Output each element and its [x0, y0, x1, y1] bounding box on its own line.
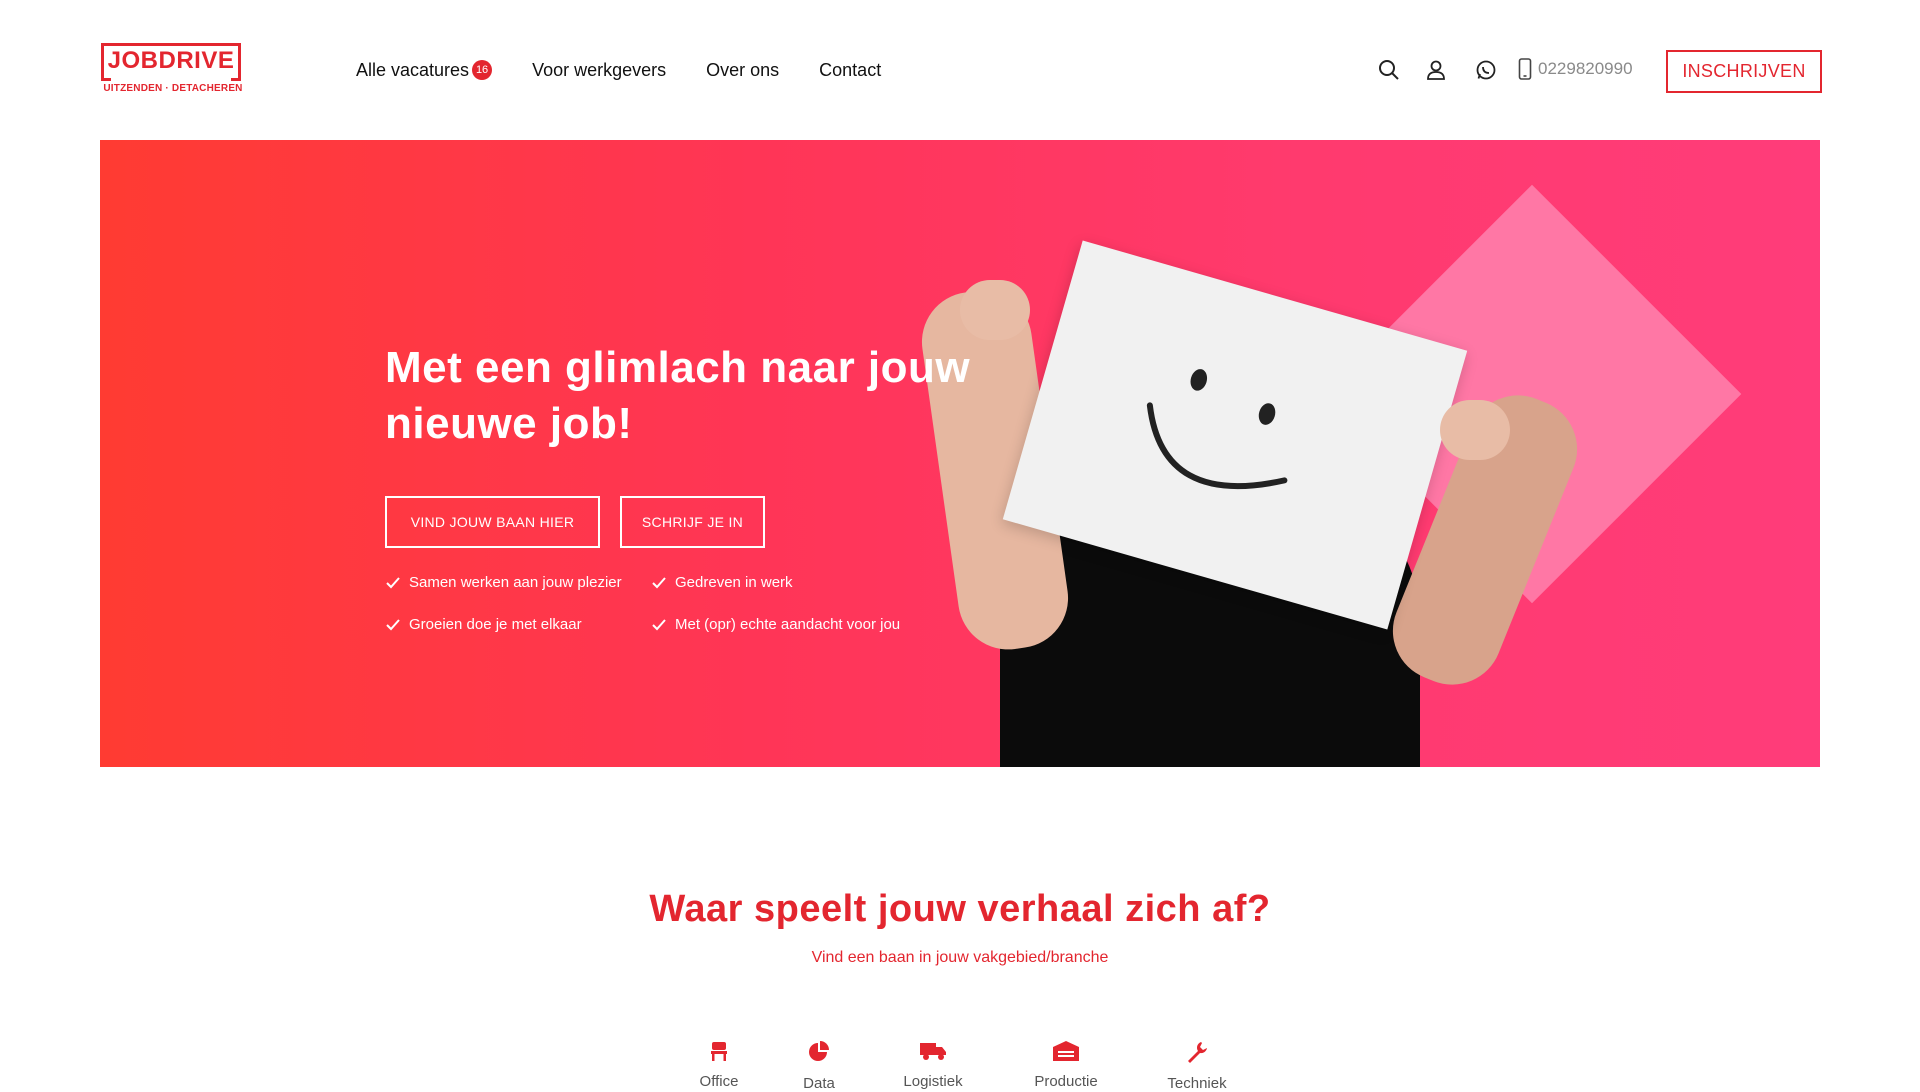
nav-item-label: Over ons — [706, 59, 780, 80]
usp-item: Gedreven in werk — [651, 574, 793, 591]
nav-item-contact[interactable]: Contact — [819, 60, 881, 81]
checkmark-icon — [386, 618, 400, 630]
usp-item: Met (opr) echte aandacht voor jou — [651, 616, 900, 633]
nav-item-label: Voor werkgevers — [532, 59, 667, 80]
phone-number: 0229820990 — [1538, 59, 1633, 78]
site-header: JOBDRIVE UITZENDEN · DETACHEREN Alle vac… — [0, 0, 1920, 140]
section-subtitle: Vind een baan in jouw vakgebied/branche — [811, 949, 1109, 966]
nav-item-label: Alle vacatures — [356, 59, 470, 80]
signup-button[interactable]: SCHRIJF JE IN — [620, 496, 765, 548]
chair-icon — [711, 1042, 727, 1061]
nav-item-label: Contact — [819, 59, 882, 80]
pie-chart-icon — [809, 1041, 829, 1061]
logo-frame-corner-left — [101, 78, 111, 81]
logo-tagline: UITZENDEN · DETACHEREN — [103, 83, 243, 94]
logo-frame-corner-right — [231, 78, 241, 81]
section-title: Waar speelt jouw verhaal zich af? — [649, 888, 1271, 930]
usp-item: Samen werken aan jouw plezier — [385, 574, 622, 591]
jobdrive-logo[interactable]: JOBDRIVE UITZENDEN · DETACHEREN — [101, 43, 245, 99]
checkmark-icon — [652, 576, 666, 588]
inschrijven-button[interactable]: INSCHRIJVEN — [1666, 50, 1822, 93]
warehouse-icon — [1053, 1041, 1079, 1061]
category-logistiek[interactable]: Logistiek — [873, 1040, 993, 1090]
hero-person-left-hand — [960, 280, 1030, 340]
user-icon[interactable] — [1421, 50, 1451, 90]
search-icon[interactable] — [1374, 50, 1404, 90]
nav-item-over-ons[interactable]: Over ons — [706, 60, 779, 81]
category-techniek[interactable]: Techniek — [1137, 1040, 1257, 1092]
hero-title: Met een glimlach naar jouw nieuwe job! — [385, 343, 971, 448]
hero-person-right-hand — [1440, 400, 1510, 460]
category-data[interactable]: Data — [759, 1040, 879, 1092]
usp-item: Groeien doe je met elkaar — [385, 616, 582, 633]
find-job-button[interactable]: VIND JOUW BAAN HIER — [385, 496, 600, 548]
hero-banner: Met een glimlach naar jouw nieuwe job! V… — [100, 140, 1820, 767]
checkmark-icon — [652, 618, 666, 630]
nav-item-voor-werkgevers[interactable]: Voor werkgevers — [532, 60, 666, 81]
wrench-icon — [1188, 1042, 1207, 1063]
checkmark-icon — [386, 576, 400, 588]
logo-wordmark: JOBDRIVE — [107, 47, 235, 74]
phone-icon — [1518, 58, 1532, 80]
truck-icon — [920, 1043, 946, 1060]
main-nav: Alle vacatures 16 Voor werkgevers Over o… — [356, 57, 921, 83]
phone-link[interactable]: 0229820990 — [1518, 58, 1633, 80]
vacancy-count-badge: 16 — [472, 60, 493, 80]
nav-item-alle-vacatures[interactable]: Alle vacatures 16 — [356, 59, 493, 81]
category-productie[interactable]: Productie — [1006, 1040, 1126, 1090]
whatsapp-icon[interactable] — [1471, 50, 1501, 90]
